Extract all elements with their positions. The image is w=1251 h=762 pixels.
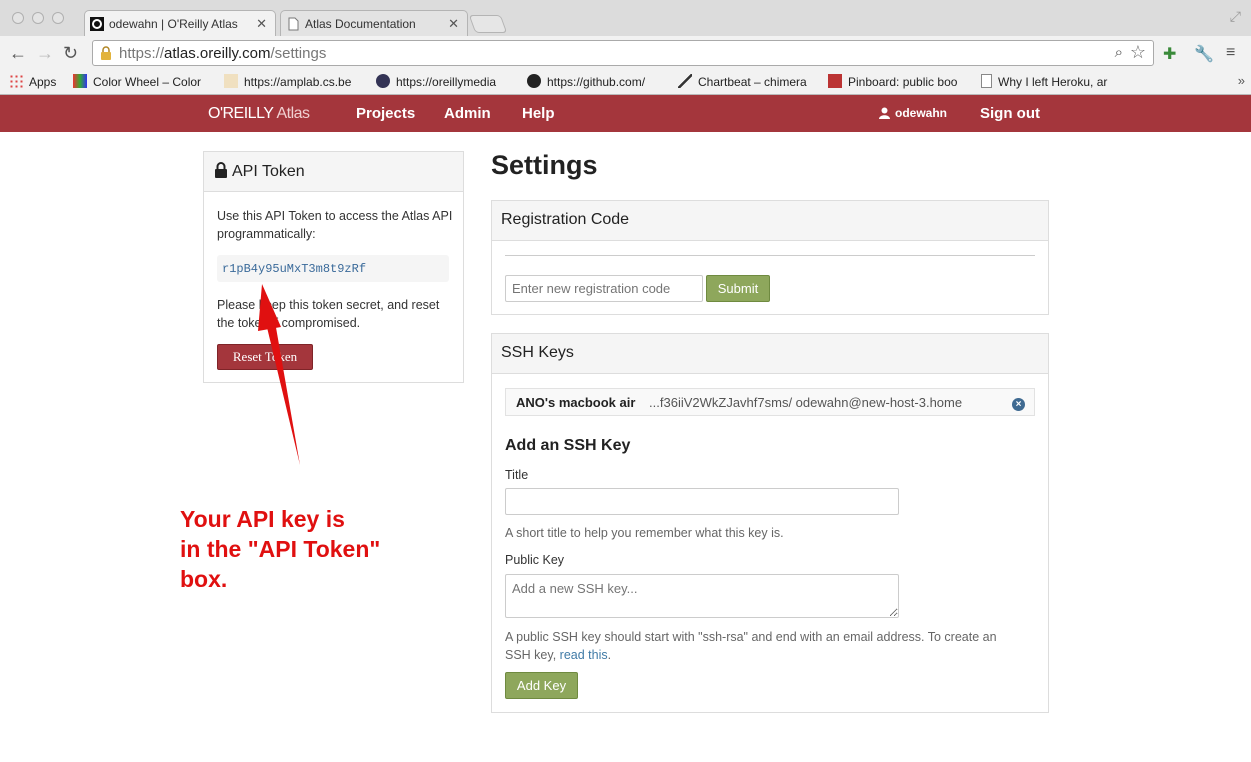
oreilly-icon [376,74,390,88]
ssh-key-row: ANO's macbook air ...f36iiV2WkZJavhf7sms… [505,388,1035,416]
submit-button[interactable]: Submit [706,275,770,302]
ssh-key-fingerprint: ...f36iiV2WkZJavhf7sms/ odewahn@new-host… [649,395,963,410]
ssl-lock-icon [101,46,111,60]
public-key-textarea[interactable] [505,574,899,618]
oreilly-atlas-logo[interactable]: O'REILLY Atlas [208,105,310,123]
menu-icon[interactable]: ≡ [1226,44,1235,62]
minimize-window-button[interactable] [32,12,44,24]
forward-arrow-icon[interactable]: → [36,43,54,63]
tab-strip: odewahn | O'Reilly Atlas ✕ Atlas Documen… [0,0,1251,36]
search-icon[interactable]: ⌕ [1115,44,1123,61]
url-text: https://atlas.oreilly.com/settings [119,45,327,62]
public-key-label: Public Key [505,553,565,567]
divider [505,255,1035,256]
api-token-value[interactable]: r1pB4y95uMxT3m8t9zRf [217,255,449,282]
registration-header: Registration Code [492,201,1048,241]
registration-code-panel: Registration Code Submit [491,200,1049,315]
bookmark-amplab[interactable]: https://amplab.cs.be [224,74,360,89]
delete-key-icon[interactable]: × [1012,398,1025,411]
page-title: Settings [491,150,598,180]
ssh-title-input[interactable] [505,488,899,515]
fullscreen-icon[interactable]: ⤢ [1230,8,1241,25]
page-favicon-icon [288,17,299,31]
amplab-icon [224,74,238,88]
title-help-text: A short title to help you remember what … [505,526,784,540]
color-wheel-icon [73,74,87,88]
nav-admin[interactable]: Admin [444,105,491,122]
chartbeat-icon [678,74,692,88]
annotation-text: Your API key is in the "API Token" box. [180,506,381,592]
app-nav-bar: O'REILLY Atlas Projects Admin Help odewah… [0,95,1251,132]
zoom-window-button[interactable] [52,12,64,24]
close-tab-icon[interactable]: ✕ [256,16,267,32]
tab-label: Atlas Documentation [305,17,416,31]
new-tab-button[interactable] [468,15,508,33]
bookmark-apps[interactable]: Apps [9,74,56,89]
ssh-keys-panel: SSH Keys ANO's macbook air ...f36iiV2WkZ… [491,333,1049,713]
wrench-icon[interactable]: 🔧 [1194,44,1214,64]
username-link[interactable]: odewahn [895,106,947,120]
api-token-description: Use this API Token to access the Atlas A… [217,209,453,241]
back-arrow-icon[interactable]: ← [9,43,27,63]
bookmarks-overflow-button[interactable]: » [1238,73,1245,88]
nav-help[interactable]: Help [522,105,555,122]
pinboard-icon [828,74,842,88]
reload-icon[interactable]: ↻ [63,43,78,63]
ssh-key-name: ANO's macbook air [516,395,636,410]
apps-grid-icon [9,74,23,88]
tab-atlas-settings[interactable]: odewahn | O'Reilly Atlas ✕ [84,10,276,36]
page-icon [981,74,992,88]
github-icon [527,74,541,88]
bookmark-chartbeat[interactable]: Chartbeat – chimera [678,74,812,89]
bookmark-heroku[interactable]: Why I left Heroku, ar [981,74,1114,89]
oreilly-favicon-icon [90,17,104,31]
registration-code-input[interactable] [505,275,703,302]
lock-icon [215,162,227,178]
bookmark-color-wheel[interactable]: Color Wheel – Color [73,74,205,89]
bookmark-star-icon[interactable]: ☆ [1130,42,1146,63]
user-icon [879,107,890,119]
api-token-note: Please keep this token secret, and reset… [217,298,440,330]
tab-label: odewahn | O'Reilly Atlas [109,17,238,31]
close-window-button[interactable] [12,12,24,24]
add-key-button[interactable]: Add Key [505,672,578,699]
nav-projects[interactable]: Projects [356,105,415,122]
title-label: Title [505,468,529,482]
address-bar[interactable]: https://atlas.oreilly.com/settings ⌕ ☆ [92,40,1154,66]
bookmark-oreillymedia[interactable]: https://oreillymedia [376,74,510,89]
ssh-keys-header: SSH Keys [492,334,1048,374]
bookmarks-bar: Apps Color Wheel – Color https://amplab.… [0,70,1251,94]
browser-toolbar: ← → ↻ https://atlas.oreilly.com/settings… [0,36,1251,70]
reset-token-button[interactable]: Reset Token [217,344,313,370]
extension-puzzle-icon[interactable]: ✚ [1163,44,1176,64]
browser-chrome: odewahn | O'Reilly Atlas ✕ Atlas Documen… [0,0,1251,95]
api-token-header: API Token [204,152,463,192]
api-token-panel: API Token Use this API Token to access t… [203,151,464,383]
read-this-link[interactable]: read this [560,648,608,662]
api-token-title: API Token [232,163,305,180]
add-ssh-key-heading: Add an SSH Key [505,437,631,454]
sign-out-link[interactable]: Sign out [980,105,1040,122]
bookmark-github[interactable]: https://github.com/ [527,74,663,89]
public-key-help-text: A public SSH key should start with "ssh-… [505,630,997,662]
tab-atlas-docs[interactable]: Atlas Documentation ✕ [280,10,468,36]
close-tab-icon[interactable]: ✕ [448,16,459,32]
bookmark-pinboard[interactable]: Pinboard: public boo [828,74,964,89]
